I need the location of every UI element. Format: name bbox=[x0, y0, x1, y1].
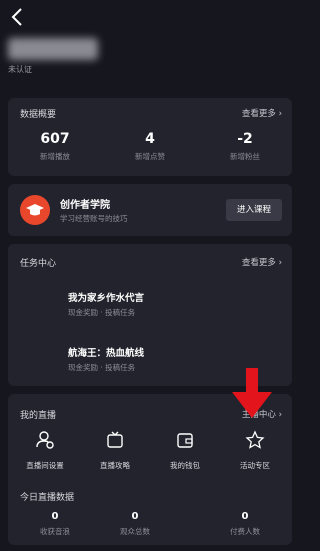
stat-total-viewers: 0 观众总数 bbox=[120, 511, 150, 536]
chevron-right-icon: › bbox=[275, 410, 282, 420]
chevron-right-icon: › bbox=[275, 109, 282, 119]
user-settings-icon bbox=[36, 431, 54, 449]
stat-paying-users: 0 付费人数 bbox=[230, 511, 260, 536]
tv-icon bbox=[107, 431, 123, 448]
graduation-cap-icon bbox=[26, 204, 44, 216]
activity-zone-button[interactable]: 活动专区 bbox=[220, 430, 290, 471]
chevron-right-icon: › bbox=[275, 258, 282, 268]
academy-subtitle: 学习经营账号的技巧 bbox=[60, 214, 128, 223]
star-icon bbox=[245, 430, 265, 449]
live-guide-button[interactable]: 直播攻略 bbox=[80, 430, 150, 471]
section-title: 我的直播 bbox=[20, 411, 57, 421]
username-blurred bbox=[8, 38, 98, 60]
data-overview-more-link[interactable]: 查看更多 › bbox=[242, 107, 282, 119]
stat-new-fans[interactable]: -2 新增粉丝 bbox=[198, 131, 292, 162]
wallet-icon bbox=[177, 433, 193, 448]
section-title: 任务中心 bbox=[20, 259, 57, 269]
verification-status: 未认证 bbox=[8, 65, 32, 74]
academy-title: 创作者学院 bbox=[60, 200, 110, 211]
task-item[interactable]: 我为家乡作水代言 现金奖励 · 投稿任务 bbox=[8, 284, 292, 324]
my-wallet-button[interactable]: 我的钱包 bbox=[150, 430, 220, 471]
data-overview-card: 数据概要 查看更多 › 607 新增播放 4 新增点赞 -2 新增粉丝 bbox=[8, 98, 292, 176]
chevron-left-icon bbox=[11, 8, 22, 26]
enter-course-button[interactable]: 进入课程 bbox=[226, 199, 282, 221]
creator-academy-card[interactable]: 创作者学院 学习经营账号的技巧 进入课程 bbox=[8, 184, 292, 236]
section-title: 数据概要 bbox=[20, 110, 57, 120]
stat-new-likes[interactable]: 4 新增点赞 bbox=[103, 131, 197, 162]
stat-new-plays[interactable]: 607 新增播放 bbox=[8, 131, 102, 162]
task-center-more-link[interactable]: 查看更多 › bbox=[242, 256, 282, 268]
today-live-title: 今日直播数据 bbox=[20, 493, 75, 503]
live-room-settings-button[interactable]: 直播间设置 bbox=[10, 430, 80, 471]
back-button[interactable] bbox=[8, 6, 28, 28]
red-down-arrow-annotation bbox=[232, 368, 272, 418]
academy-icon-circle bbox=[20, 195, 50, 225]
task-center-card: 任务中心 查看更多 › 我为家乡作水代言 现金奖励 · 投稿任务 航海王：热血航… bbox=[8, 244, 292, 386]
